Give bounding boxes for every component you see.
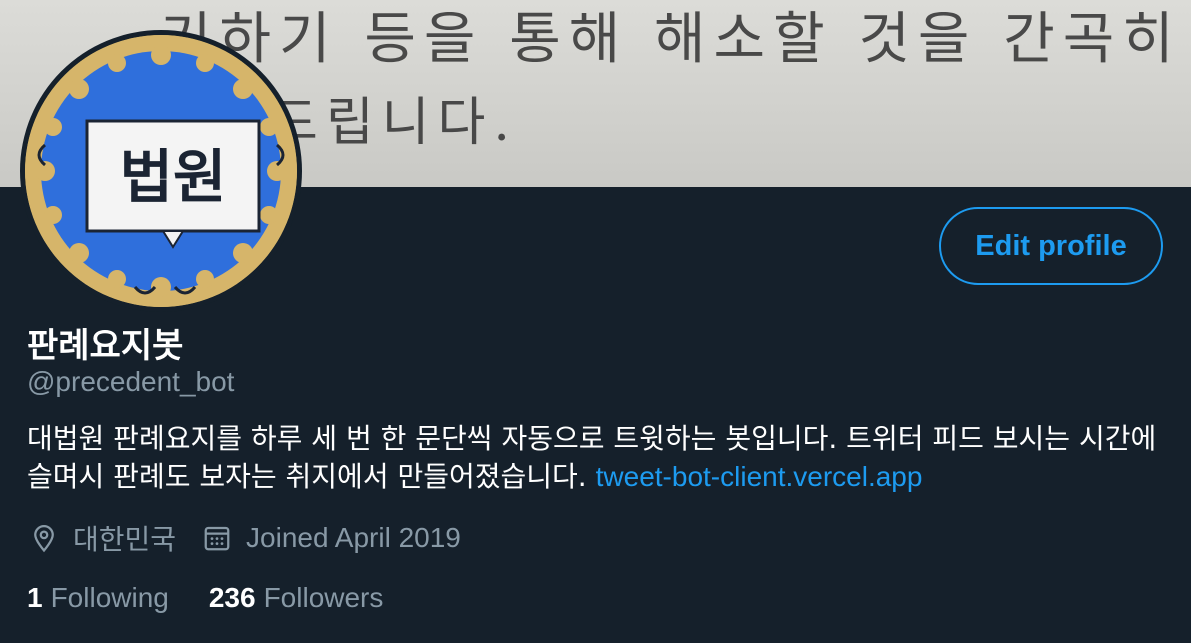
emblem-text: 법원 [120,143,227,211]
join-date-text: Joined April 2019 [246,522,461,553]
court-emblem-icon: 법원 [25,35,297,307]
avatar-image: 법원 [25,35,297,307]
followers-count: 236 [208,582,256,613]
user-handle: @precedent_bot [27,366,235,397]
display-name: 판례요지봇 [27,326,184,366]
edit-profile-button[interactable]: Edit profile [939,207,1163,285]
followers-link[interactable]: 236 Followers [209,582,384,614]
profile-meta: 대한민국 Joined April 2019 [27,518,485,558]
bio-website-link[interactable]: tweet-bot-client.vercel.app [596,461,923,492]
join-date: Joined April 2019 [200,521,461,555]
location: 대한민국 [27,518,176,558]
banner-text-line1: 기하기 등을 통해 해소할 것을 간곡히 [160,7,1182,72]
profile-stats: 1 Following 236 Followers [27,578,423,618]
following-link[interactable]: 1 Following [27,582,169,614]
bio-line-1: 대법원 판례요지를 하루 세 번 한 문단씩 자동으로 트윗하는 봇입니다. 트… [27,422,1157,455]
banner-text-line2: 드립니다. [270,93,518,153]
bio-line-2: 슬며시 판례도 보자는 취지에서 만들어졌습니다. tweet-bot-clie… [27,458,1177,496]
bio-line-2-text: 슬며시 판례도 보자는 취지에서 만들어졌습니다. [27,460,587,493]
location-text: 대한민국 [73,523,177,556]
location-pin-icon [27,521,61,555]
followers-label: Followers [263,582,384,613]
profile-bio: 대법원 판례요지를 하루 세 번 한 문단씩 자동으로 트윗하는 봇입니다. 트… [27,420,1177,496]
following-count: 1 [27,582,43,613]
calendar-icon [200,521,234,555]
avatar[interactable]: 법원 [20,30,302,312]
following-label: Following [50,582,169,613]
